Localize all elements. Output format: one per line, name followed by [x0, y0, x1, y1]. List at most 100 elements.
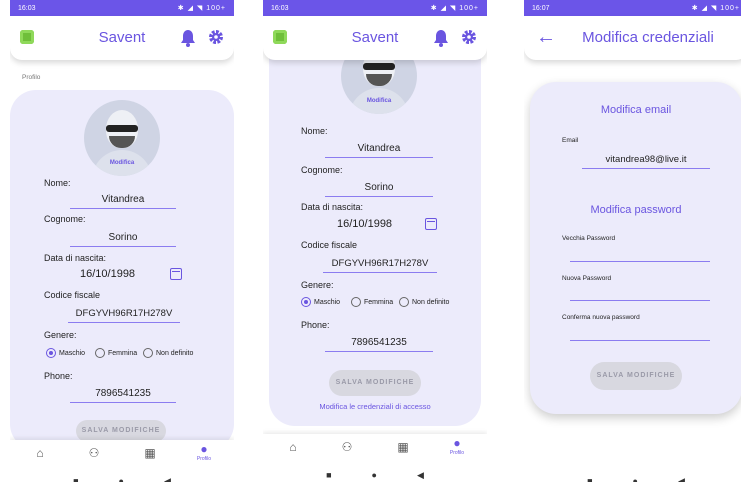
edit-credentials-link[interactable]: Modifica le credenziali di accesso: [269, 402, 481, 411]
cf-field[interactable]: DFGYVH96R17H278V: [68, 308, 180, 323]
confirm-password-label: Conferma nuova password: [562, 314, 640, 321]
nav-home-icon[interactable]: ⌂: [28, 446, 52, 460]
status-time: 16:07: [532, 4, 550, 12]
phone-field[interactable]: 7896541235: [70, 388, 176, 403]
phone-profile-top: 16:03 ✱ ◢ ◥ 100+ Savent Profilo Modifica …: [10, 0, 234, 482]
app-bar: Savent: [10, 16, 234, 60]
cognome-label: Cognome:: [301, 165, 343, 175]
radio-maschio[interactable]: Maschio: [46, 348, 85, 358]
email-field[interactable]: vitandrea98@live.it: [582, 154, 710, 169]
nav-profile-label: Profilo: [196, 456, 212, 462]
avatar-edit-label[interactable]: Modifica: [84, 160, 160, 166]
email-section-title: Modifica email: [600, 104, 672, 116]
app-title: Savent: [351, 29, 399, 46]
genere-label: Genere:: [301, 280, 334, 290]
radio-femmina[interactable]: Femmina: [95, 348, 137, 358]
save-button[interactable]: SALVA MODIFICHE: [329, 370, 421, 396]
nascita-value[interactable]: 16/10/1998: [80, 268, 135, 280]
radio-label: Non definito: [156, 349, 194, 357]
status-bar: 16:03 ✱ ◢ ◥ 100+: [10, 0, 234, 16]
status-bar: 16:07 ✱ ◢ ◥ 100+: [524, 0, 741, 16]
cf-label: Codice fiscale: [44, 290, 101, 300]
calendar-icon[interactable]: [170, 268, 182, 280]
home-button-icon[interactable]: ●: [633, 476, 638, 482]
radio-non-definito[interactable]: Non definito: [399, 297, 449, 307]
overview-icon[interactable]: ■: [73, 476, 78, 482]
nav-profile-label: Profilo: [449, 450, 465, 456]
nav-profile-icon[interactable]: ● Profilo: [445, 436, 469, 456]
cognome-field[interactable]: Sorino: [70, 232, 176, 247]
nav-people-icon[interactable]: ⚇: [82, 446, 106, 460]
bell-icon[interactable]: [433, 29, 449, 47]
page-title: Modifica credenziali: [582, 29, 714, 46]
radio-femmina[interactable]: Femmina: [351, 297, 393, 307]
home-button-icon[interactable]: ●: [372, 470, 377, 480]
status-icons: ✱ ◢ ◥ 100+: [430, 5, 479, 12]
cognome-label: Cognome:: [44, 214, 86, 224]
status-time: 16:03: [18, 4, 36, 12]
bottom-nav: ⌂ ⚇ ▦ ● Profilo: [10, 440, 234, 470]
status-icons: ✱ ◢ ◥ 100+: [177, 5, 226, 12]
app-title: Savent: [98, 29, 146, 46]
home-button-icon[interactable]: ●: [119, 476, 124, 482]
back-button-icon[interactable]: ◀: [164, 476, 171, 482]
avatar[interactable]: Modifica: [84, 100, 160, 176]
overview-icon[interactable]: ■: [587, 476, 592, 482]
nascita-label: Data di nascita:: [301, 202, 364, 212]
nome-label: Nome:: [44, 178, 71, 188]
profile-card: Modifica Nome: Vitandrea Cognome: Sorino…: [10, 90, 234, 450]
old-password-label: Vecchia Password: [562, 235, 616, 242]
breadcrumb: Profilo: [22, 74, 41, 81]
phone-label: Phone:: [301, 320, 330, 330]
app-bar: ← Modifica credenziali: [524, 16, 741, 60]
profile-card: Modifica Nome: Vitandrea Cognome: Sorino…: [269, 30, 481, 426]
bell-icon[interactable]: [180, 29, 196, 47]
confirm-password-field[interactable]: [570, 329, 710, 341]
save-button[interactable]: SALVA MODIFICHE: [76, 420, 166, 442]
cognome-field[interactable]: Sorino: [325, 182, 433, 197]
nav-profile-icon[interactable]: ● Profilo: [192, 442, 216, 462]
save-credentials-button[interactable]: SALVA MODIFICHE: [590, 362, 682, 390]
nome-field[interactable]: Vitandrea: [325, 143, 433, 158]
nav-home-icon[interactable]: ⌂: [281, 440, 305, 454]
phone-profile-scrolled: 16:03 ✱ ◢ ◥ 100+ Modifica Nome: Vitandrea…: [263, 0, 487, 482]
nascita-value[interactable]: 16/10/1998: [337, 218, 392, 230]
radio-label: Femmina: [364, 298, 394, 306]
nav-calendar-icon[interactable]: ▦: [138, 446, 162, 460]
nome-field[interactable]: Vitandrea: [70, 194, 176, 209]
system-nav: ■ ● ◀: [524, 470, 741, 482]
nav-calendar-icon[interactable]: ▦: [391, 440, 415, 454]
nome-label: Nome:: [301, 126, 328, 136]
radio-label: Maschio: [59, 349, 86, 357]
radio-label: Maschio: [314, 298, 341, 306]
bottom-nav: ⌂ ⚇ ▦ ● Profilo: [263, 434, 487, 464]
new-password-label: Nuova Password: [562, 275, 612, 282]
credentials-card: Modifica email Email vitandrea98@live.it…: [530, 82, 741, 414]
overview-icon[interactable]: ■: [326, 470, 331, 480]
app-bar: Savent: [263, 16, 487, 60]
gear-icon[interactable]: [208, 29, 224, 45]
avatar-edit-label[interactable]: Modifica: [341, 98, 417, 104]
back-button-icon[interactable]: ◀: [417, 470, 424, 481]
cf-label: Codice fiscale: [301, 240, 358, 250]
system-nav: ■ ● ◀: [10, 470, 234, 482]
status-time: 16:03: [271, 4, 289, 12]
password-section-title: Modifica password: [590, 204, 682, 216]
back-button-icon[interactable]: ◀: [678, 476, 685, 482]
calendar-icon[interactable]: [425, 218, 437, 230]
email-label: Email: [562, 137, 579, 144]
nascita-label: Data di nascita:: [44, 253, 107, 263]
status-bar: 16:03 ✱ ◢ ◥ 100+: [263, 0, 487, 16]
radio-maschio[interactable]: Maschio: [301, 297, 340, 307]
phone-field[interactable]: 7896541235: [325, 337, 433, 352]
old-password-field[interactable]: [570, 250, 710, 262]
phone-credentials: 16:07 ✱ ◢ ◥ 100+ ← Modifica credenziali M…: [524, 0, 741, 482]
status-icons: ✱ ◢ ◥ 100+: [691, 5, 740, 12]
radio-label: Femmina: [108, 349, 138, 357]
new-password-field[interactable]: [570, 289, 710, 301]
cf-field[interactable]: DFGYVH96R17H278V: [323, 258, 437, 273]
radio-label: Non definito: [412, 298, 450, 306]
radio-non-definito[interactable]: Non definito: [143, 348, 193, 358]
gear-icon[interactable]: [461, 29, 477, 45]
nav-people-icon[interactable]: ⚇: [335, 440, 359, 454]
